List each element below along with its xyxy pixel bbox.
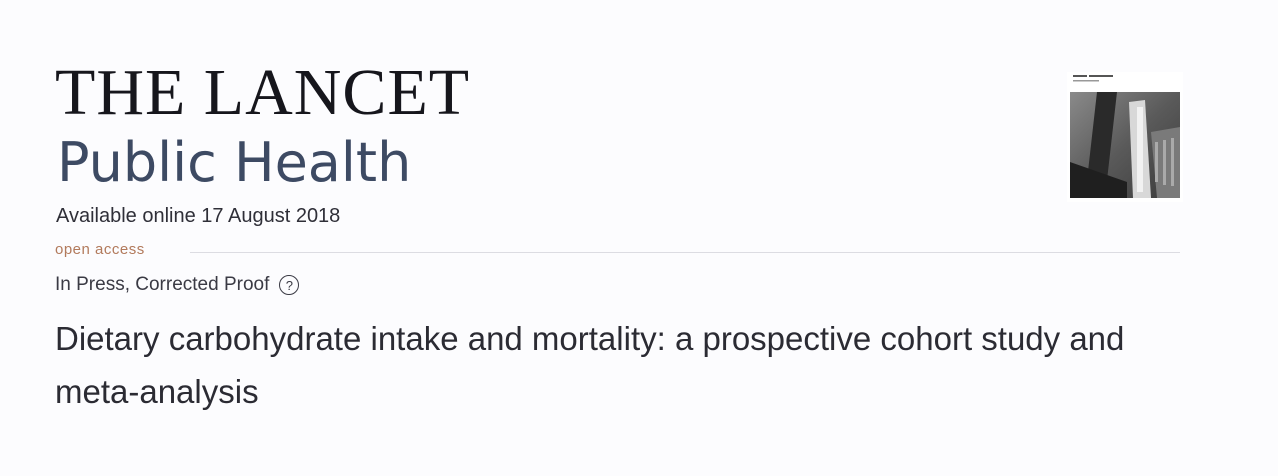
journal-cover-thumbnail[interactable]	[1067, 72, 1183, 202]
help-icon[interactable]: ?	[279, 275, 300, 295]
publication-date: Available online 17 August 2018	[56, 205, 341, 227]
journal-subtitle: Public Health	[57, 131, 412, 194]
article-header: THE LANCET Public Health Available onlin…	[0, 0, 1278, 476]
divider	[190, 252, 1180, 253]
open-access-label: open access	[55, 241, 145, 258]
article-status: In Press, Corrected Proof	[55, 274, 270, 295]
journal-name: THE LANCET	[55, 56, 471, 129]
article-status-row: In Press, Corrected Proof ?	[55, 274, 300, 296]
article-title[interactable]: Dietary carbohydrate intake and mortalit…	[55, 312, 1205, 418]
